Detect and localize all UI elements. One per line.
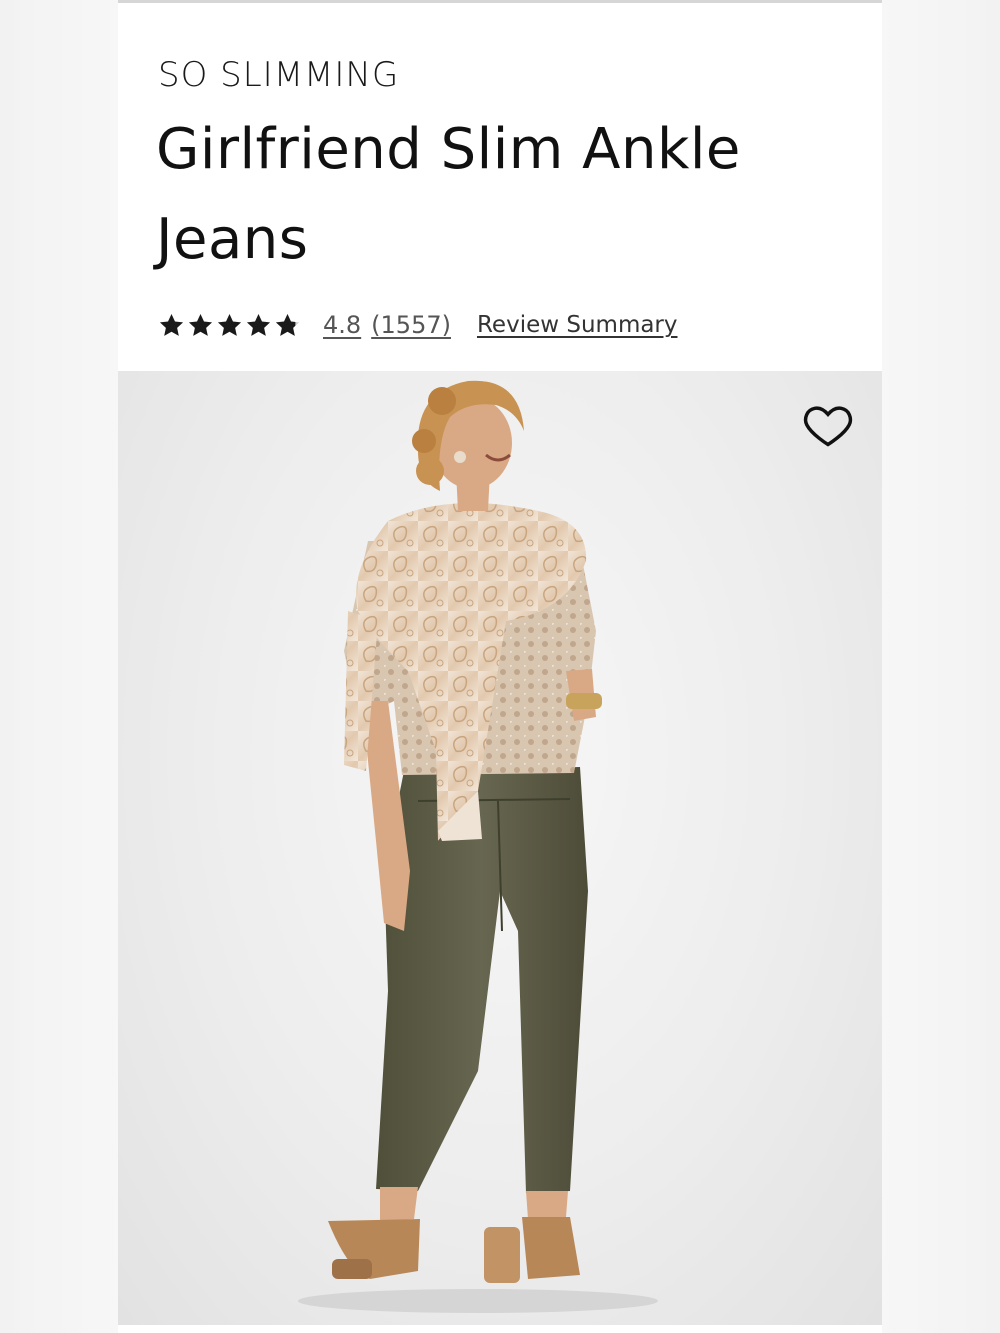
review-summary-link[interactable]: Review Summary xyxy=(477,312,678,338)
product-card: SO SLIMMING Girlfriend Slim Ankle Jeans … xyxy=(118,0,882,1333)
model-photo xyxy=(298,380,658,1313)
product-collection-label: SO SLIMMING xyxy=(158,55,400,95)
star-icon xyxy=(188,313,213,336)
partial-star-icon xyxy=(275,313,300,336)
star-icon xyxy=(159,313,184,336)
star-rating[interactable] xyxy=(158,312,301,339)
star-icon xyxy=(217,313,242,336)
rating-row: 4.8 (1557) Review Summary xyxy=(158,303,678,347)
review-count-link[interactable]: (1557) xyxy=(371,311,451,339)
rating-value-link[interactable]: 4.8 xyxy=(323,311,361,339)
product-page: SO SLIMMING Girlfriend Slim Ankle Jeans … xyxy=(0,0,1000,1333)
product-image[interactable] xyxy=(118,371,882,1325)
product-title: Girlfriend Slim Ankle Jeans xyxy=(156,117,741,272)
heart-outline-icon[interactable] xyxy=(802,399,854,451)
star-icon xyxy=(246,313,271,336)
